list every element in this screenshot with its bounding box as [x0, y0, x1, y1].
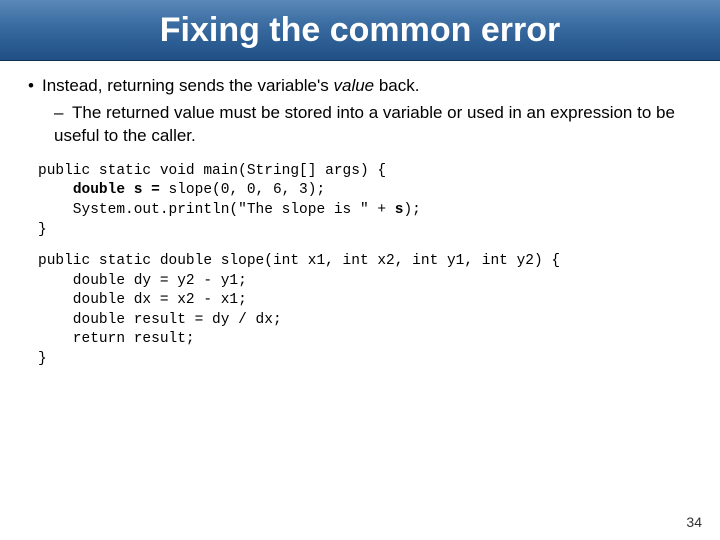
code-bold: double s = — [73, 182, 169, 198]
subbullet-text: The returned value must be stored into a… — [54, 103, 675, 145]
bullet-text-pre: Instead, returning sends the variable's — [42, 76, 333, 95]
code-line: double dx = x2 - x1; — [38, 292, 247, 308]
page-number: 34 — [686, 514, 702, 530]
code-line: public static double slope(int x1, int x… — [38, 253, 560, 269]
code-block-slope: public static double slope(int x1, int x… — [38, 252, 692, 369]
slide-content: •Instead, returning sends the variable's… — [0, 61, 720, 369]
code-line: } — [38, 222, 47, 238]
bullet-main: •Instead, returning sends the variable's… — [28, 75, 692, 98]
bullet-text-italic: value — [333, 76, 374, 95]
slide: Fixing the common error •Instead, return… — [0, 0, 720, 540]
code-line — [38, 182, 73, 198]
code-line: double dy = y2 - y1; — [38, 273, 247, 289]
code-line: public static void main(String[] args) { — [38, 163, 386, 179]
slide-title: Fixing the common error — [160, 11, 561, 50]
bullet-text-post: back. — [374, 76, 419, 95]
code-line: ); — [403, 202, 420, 218]
code-block-main: public static void main(String[] args) {… — [38, 162, 692, 240]
code-line: System.out.println("The slope is " + — [38, 202, 395, 218]
code-line: } — [38, 351, 47, 367]
code-line: return result; — [38, 331, 195, 347]
code-line: slope(0, 0, 6, 3); — [169, 182, 326, 198]
subbullet: –The returned value must be stored into … — [54, 102, 692, 148]
code-line: double result = dy / dx; — [38, 312, 282, 328]
title-bar: Fixing the common error — [0, 0, 720, 61]
